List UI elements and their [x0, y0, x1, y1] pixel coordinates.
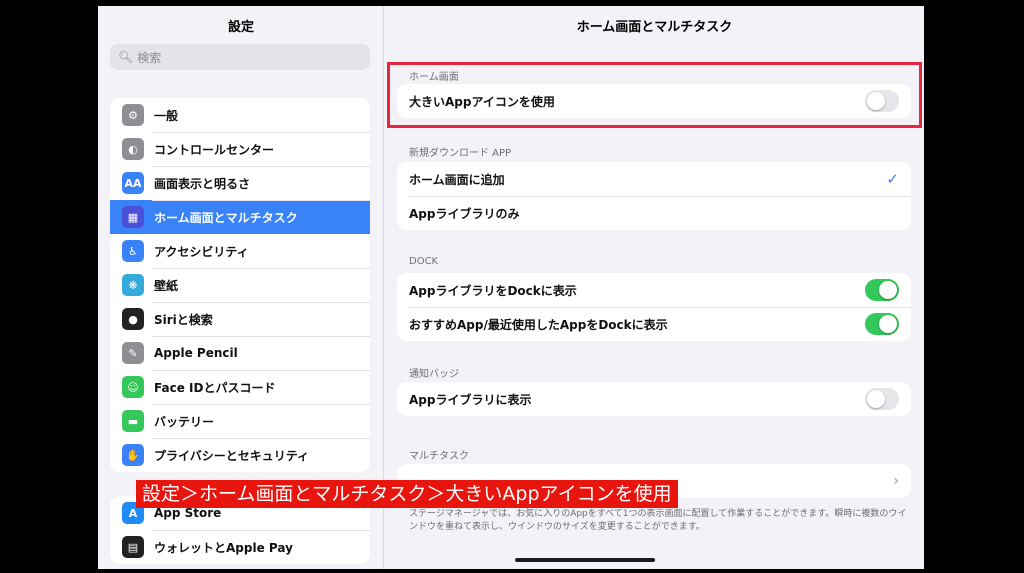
section-label-new-downloads: 新規ダウンロード APP [409, 148, 512, 159]
section-label-dock: DOCK [409, 256, 439, 267]
sidebar-item[interactable]: ▬ バッテリー [110, 404, 370, 438]
row-label: Appライブラリのみ [409, 206, 520, 221]
sidebar-item[interactable]: ✋ プライバシーとセキュリティ [110, 438, 370, 472]
sidebar-item-label: App Store [154, 506, 222, 520]
privacy-hand-icon: ✋ [122, 444, 144, 466]
sidebar-item[interactable]: ▤ ウォレットとApple Pay [110, 530, 370, 564]
wallpaper-icon: ❋ [122, 274, 144, 296]
home-indicator [515, 558, 655, 562]
display-brightness-icon: AA [122, 172, 144, 194]
card-dock: AppライブラリをDockに表示 おすすめApp/最近使用したAppをDockに… [397, 273, 911, 341]
home-screen-grid-icon: ▦ [122, 206, 144, 228]
sidebar-item-label: バッテリー [154, 414, 215, 429]
gear-icon: ⚙ [122, 104, 144, 126]
row-add-to-home[interactable]: ホーム画面に追加 ✓ [397, 162, 911, 196]
row-app-library-only[interactable]: Appライブラリのみ [397, 196, 911, 230]
card-badges: Appライブラリに表示 [397, 382, 911, 416]
battery-icon: ▬ [122, 410, 144, 432]
caption-banner: 設定＞ホーム画面とマルチタスク＞大きいAppアイコンを使用 [136, 480, 678, 508]
control-center-icon: ◐ [122, 138, 144, 160]
card-new-downloads: ホーム画面に追加 ✓ Appライブラリのみ [397, 162, 911, 230]
sidebar-item-label: プライバシーとセキュリティ [154, 448, 310, 463]
sidebar-item[interactable]: ⚙ 一般 [110, 98, 370, 132]
sidebar-title: 設定 [227, 20, 254, 35]
sidebar-item[interactable]: ❋ 壁紙 [110, 268, 370, 302]
row-show-in-library[interactable]: Appライブラリに表示 [397, 382, 911, 416]
sidebar-item[interactable]: ✎ Apple Pencil [110, 336, 370, 370]
section-label-badges: 通知バッジ [409, 369, 459, 380]
sidebar-item[interactable]: ▦ ホーム画面とマルチタスク [110, 200, 370, 234]
accessibility-icon: ♿ [122, 240, 144, 262]
sidebar-group-main: ⚙ 一般 ◐ コントロールセンター AA 画面表示と明るさ ▦ ホーム画面とマルチタスク ♿ アク… [110, 98, 370, 472]
sidebar-item-label: Apple Pencil [154, 346, 238, 360]
sidebar-item-label: 一般 [154, 108, 179, 123]
row-label: おすすめApp/最近使用したAppをDockに表示 [409, 317, 668, 332]
sidebar-item[interactable]: ● Siriと検索 [110, 302, 370, 336]
section-label-multitask: マルチタスク [409, 451, 469, 462]
sidebar-item-label: 画面表示と明るさ [154, 176, 251, 191]
pencil-icon: ✎ [122, 342, 144, 364]
sidebar-item[interactable]: AA 画面表示と明るさ [110, 166, 370, 200]
highlight-annotation-box [387, 62, 922, 128]
multitask-footnote: ステージマネージャでは、お気に入りのAppをすべて1つの表示画面に配置して作業す… [409, 509, 907, 532]
row-show-library-in-dock[interactable]: AppライブラリをDockに表示 [397, 273, 911, 307]
sidebar-item-label: アクセシビリティ [154, 244, 249, 259]
search-icon: 🔍︎ [118, 50, 134, 64]
sidebar-item-label: ホーム画面とマルチタスク [154, 210, 298, 225]
toggle-knob [879, 315, 897, 333]
checkmark-icon: ✓ [886, 170, 899, 188]
row-suggested-apps-in-dock[interactable]: おすすめApp/最近使用したAppをDockに表示 [397, 307, 911, 341]
sidebar-item-label: Siriと検索 [154, 312, 213, 327]
search-field[interactable]: 🔍︎ 検索 [110, 44, 370, 70]
row-label: AppライブラリをDockに表示 [409, 283, 577, 298]
toggle-knob [879, 281, 897, 299]
sidebar-item[interactable]: ◐ コントロールセンター [110, 132, 370, 166]
library-dock-toggle[interactable] [865, 279, 899, 301]
sidebar-item-label: Face IDとパスコード [154, 380, 276, 395]
sidebar-item-label: 壁紙 [154, 278, 179, 293]
face-id-icon: ☺ [122, 376, 144, 398]
row-label: Appライブラリに表示 [409, 392, 532, 407]
sidebar-item-label: コントロールセンター [154, 142, 275, 157]
suggested-dock-toggle[interactable] [865, 313, 899, 335]
chevron-right-icon: › [893, 473, 899, 489]
row-label: ホーム画面に追加 [409, 172, 505, 187]
sidebar-item[interactable]: ☺ Face IDとパスコード [110, 370, 370, 404]
siri-icon: ● [122, 308, 144, 330]
badges-toggle[interactable] [865, 388, 899, 410]
page-title: ホーム画面とマルチタスク [576, 20, 733, 35]
sidebar-item-label: ウォレットとApple Pay [154, 540, 293, 555]
sidebar-item[interactable]: ♿ アクセシビリティ [110, 234, 370, 268]
wallet-icon: ▤ [122, 536, 144, 558]
toggle-knob [867, 390, 885, 408]
search-placeholder: 検索 [137, 50, 162, 65]
